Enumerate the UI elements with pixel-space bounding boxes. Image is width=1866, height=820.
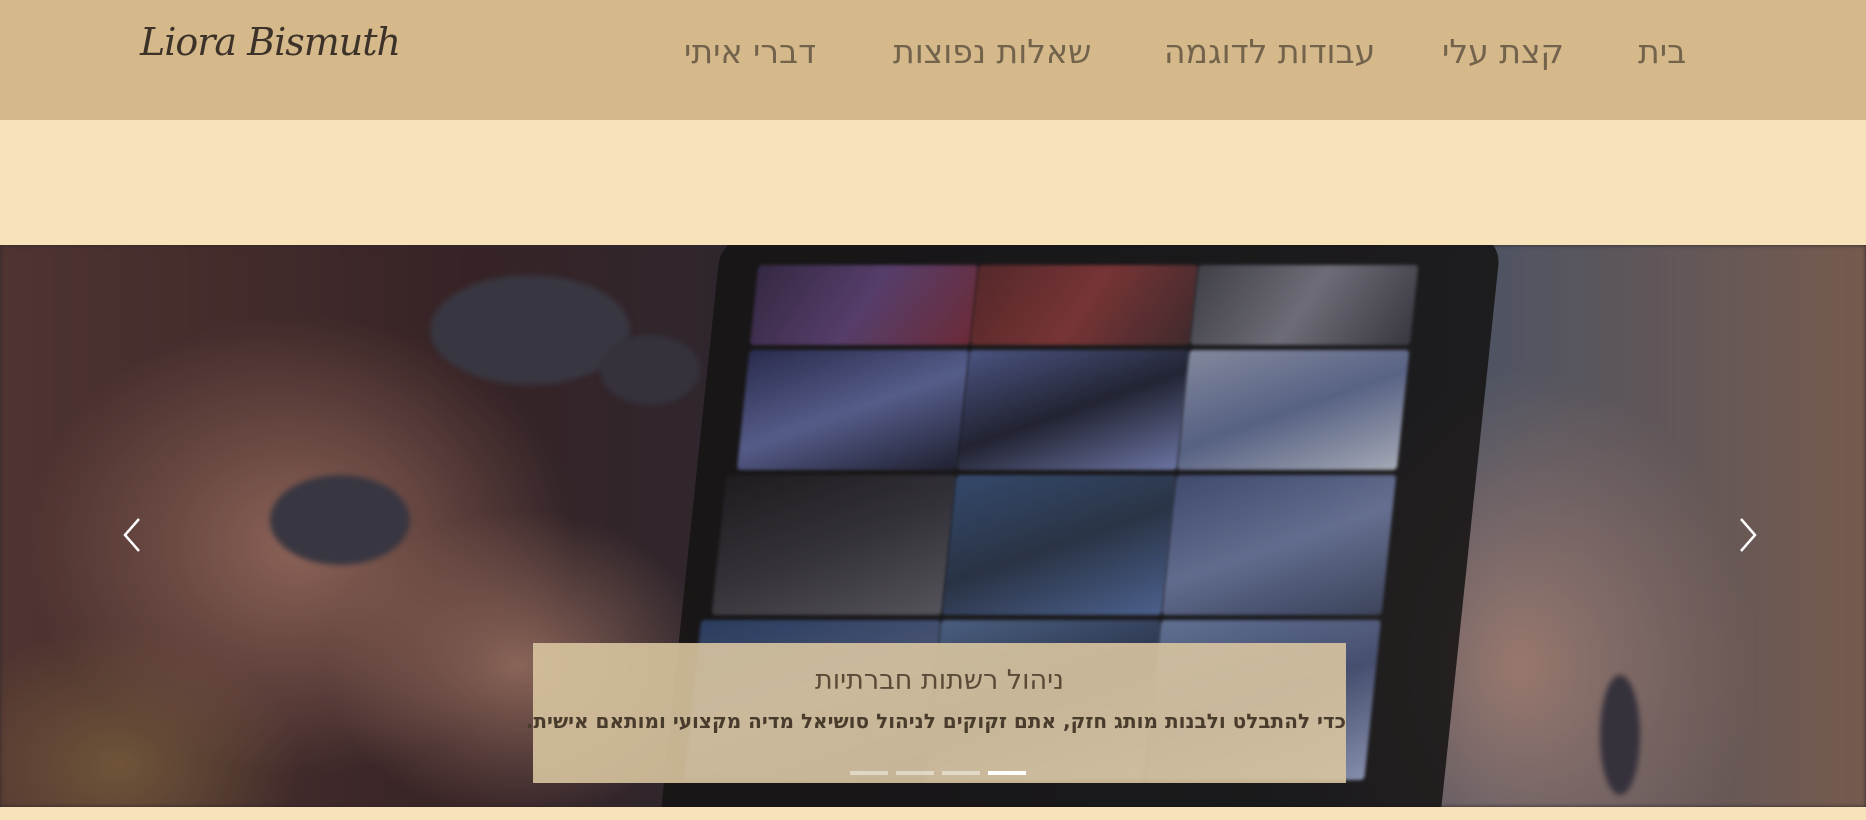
- slider-dot-2[interactable]: [896, 771, 934, 775]
- chevron-left-icon: [123, 518, 140, 552]
- slider-dot-4[interactable]: [988, 771, 1026, 775]
- slider-next-button[interactable]: [1728, 505, 1768, 565]
- hero-slider[interactable]: ניהול רשתות חברתיות כדי להתבלט ולבנות מו…: [0, 245, 1866, 807]
- slider-dot-1[interactable]: [850, 771, 888, 775]
- nav-item-contact[interactable]: דברי איתי: [684, 32, 816, 71]
- nav-item-about[interactable]: קצת עלי: [1442, 32, 1564, 71]
- main-nav: בית קצת עלי עבודות לדוגמה שאלות נפוצות ד…: [0, 0, 1866, 110]
- slide-caption-text: כדי להתבלט ולבנות מותג חזק, אתם זקוקים ל…: [525, 709, 1346, 733]
- nav-item-home[interactable]: בית: [1638, 32, 1686, 71]
- slide-caption-box: ניהול רשתות חברתיות כדי להתבלט ולבנות מו…: [525, 643, 1346, 783]
- slider-dot-3[interactable]: [942, 771, 980, 775]
- chevron-right-icon: [1740, 518, 1757, 552]
- slide-caption-title: ניהול רשתות חברתיות: [815, 665, 1064, 696]
- page-bottom-strip: [0, 807, 1866, 820]
- nav-item-faq[interactable]: שאלות נפוצות: [893, 32, 1091, 71]
- slider-pagination: [850, 771, 1026, 775]
- nav-item-portfolio[interactable]: עבודות לדוגמה: [1164, 32, 1375, 71]
- header-spacer-band: [0, 120, 1866, 245]
- slider-prev-button[interactable]: [112, 505, 152, 565]
- site-header: Liora Bismuth בית קצת עלי עבודות לדוגמה …: [0, 0, 1866, 120]
